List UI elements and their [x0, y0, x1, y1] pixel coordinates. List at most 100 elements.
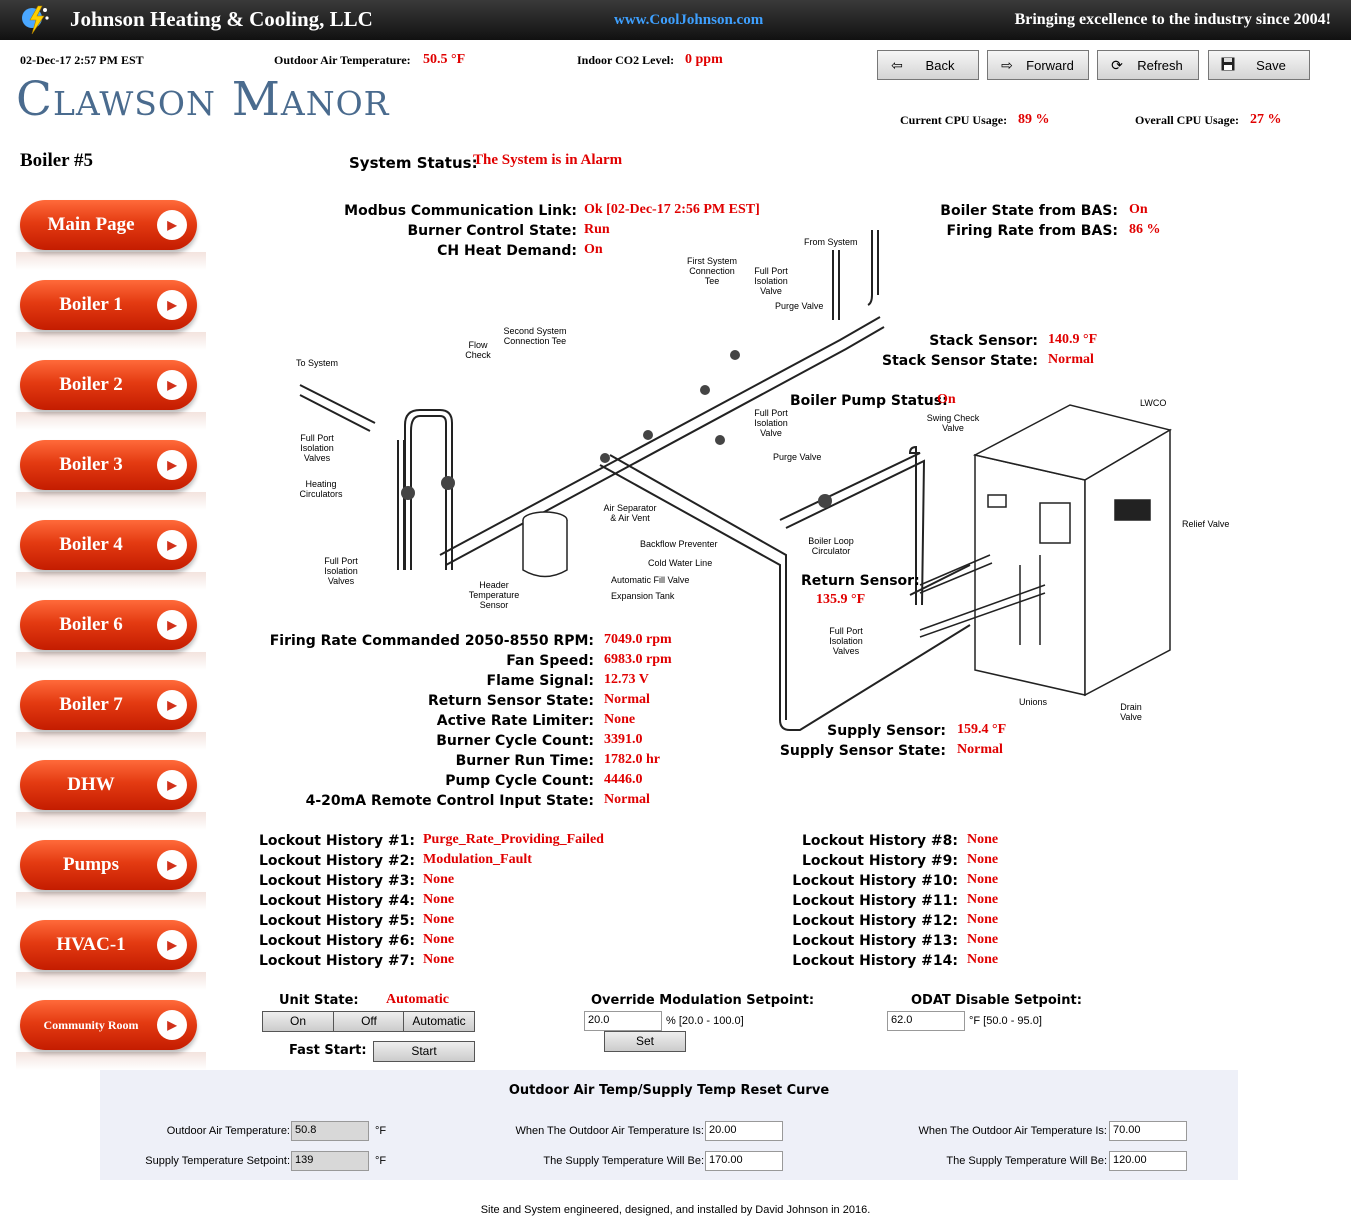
nav-main-page-button[interactable]: Main Page ▶: [20, 200, 197, 250]
nav-boiler-6-button[interactable]: Boiler 6 ▶: [20, 600, 197, 650]
boiler-pump-value: On: [937, 392, 956, 407]
override-setpoint-input[interactable]: 20.0: [584, 1011, 662, 1031]
boiler-piping-diagram: [299, 230, 1172, 731]
supply-sensor-state-value: Normal: [957, 742, 1003, 757]
nav-hvac-1-button[interactable]: HVAC-1 ▶: [20, 920, 197, 970]
metric-value: 6983.0 rpm: [604, 652, 672, 667]
start-button[interactable]: Start: [373, 1041, 475, 1062]
datetime: 02-Dec-17 2:57 PM EST: [20, 53, 144, 67]
curve-will2-input[interactable]: 120.00: [1109, 1151, 1187, 1171]
lockout-label: Lockout History #13:: [792, 933, 958, 949]
metric-label: Burner Run Time:: [455, 753, 594, 769]
set-button[interactable]: Set: [604, 1031, 686, 1052]
play-icon: ▶: [157, 770, 187, 800]
diagram-label: Full Port Isolation Valves: [324, 556, 358, 586]
metric-value: 7049.0 rpm: [604, 632, 672, 647]
metric-label: Firing Rate Commanded 2050-8550 RPM:: [269, 633, 594, 649]
nav-community-room-button[interactable]: Community Room ▶: [20, 1000, 197, 1050]
fast-start-label: Fast Start:: [289, 1043, 367, 1058]
diagram-label: Cold Water Line: [648, 558, 713, 568]
refresh-button[interactable]: ⟳ Refresh: [1097, 50, 1199, 80]
play-icon: ▶: [157, 290, 187, 320]
lockout-label: Lockout History #10:: [792, 873, 958, 889]
nav-boiler-3-button[interactable]: Boiler 3 ▶: [20, 440, 197, 490]
page-title: Boiler #5: [20, 150, 94, 171]
metric-label: Fan Speed:: [506, 653, 594, 669]
metric-label: 4-20mA Remote Control Input State:: [305, 793, 594, 809]
nav-boiler-4-button[interactable]: Boiler 4 ▶: [20, 520, 197, 570]
nav-boiler-2-button[interactable]: Boiler 2 ▶: [20, 360, 197, 410]
diagram-label: Drain Valve: [1120, 702, 1142, 722]
lockout-value: None: [423, 892, 455, 907]
nav-boiler-7-button[interactable]: Boiler 7 ▶: [20, 680, 197, 730]
site-url-link[interactable]: www.CoolJohnson.com: [614, 12, 763, 29]
return-sensor-label: Return Sensor:: [801, 573, 920, 589]
oat-value: 50.5 °F: [423, 52, 466, 67]
arrow-right-icon: ⇨: [1001, 56, 1013, 73]
curve-will1-input[interactable]: 170.00: [705, 1151, 783, 1171]
lockout-label: Lockout History #7:: [258, 953, 415, 969]
lockout-value: None: [423, 932, 455, 947]
override-range: % [20.0 - 100.0]: [666, 1015, 744, 1027]
nav-pumps-button[interactable]: Pumps ▶: [20, 840, 197, 890]
play-icon: ▶: [157, 610, 187, 640]
metric-label: Active Rate Limiter:: [436, 713, 594, 729]
lockout-label: Lockout History #11:: [792, 893, 958, 909]
diagram-label: Expansion Tank: [611, 591, 675, 601]
nav-reflection: [16, 332, 206, 350]
diagram-label: Backflow Preventer: [640, 539, 718, 549]
diagram-label: Automatic Fill Valve: [611, 575, 690, 585]
metric-label: Flame Signal:: [486, 673, 594, 689]
lockout-label: Lockout History #14:: [792, 953, 958, 969]
unit-state-value: Automatic: [386, 992, 449, 1007]
site-name: Clawson Manor: [16, 72, 390, 127]
nav-reflection: [16, 652, 206, 670]
odat-setpoint-input[interactable]: 62.0: [887, 1011, 965, 1031]
nav-reflection: [16, 892, 206, 910]
metric-value: 3391.0: [604, 732, 643, 747]
nav-reflection: [16, 972, 206, 990]
lockout-value: None: [967, 852, 999, 867]
metric-label: Return Sensor State:: [428, 693, 594, 709]
unit-automatic-button[interactable]: Automatic: [403, 1011, 475, 1032]
curve-when1-input[interactable]: 20.00: [705, 1121, 783, 1141]
back-button[interactable]: ⇦ Back: [877, 50, 979, 80]
bas-state-label: Boiler State from BAS:: [940, 203, 1118, 219]
unit-off-button[interactable]: Off: [333, 1011, 405, 1032]
lockout-label: Lockout History #1:: [258, 833, 415, 849]
diagram-label: Full Port Isolation Valve: [754, 408, 788, 438]
play-icon: ▶: [157, 530, 187, 560]
unit-label: °F: [375, 1125, 387, 1137]
oat-label: Outdoor Air Temperature:: [274, 53, 411, 67]
play-icon: ▶: [157, 850, 187, 880]
nav-reflection: [16, 732, 206, 750]
boiler-pump-label: Boiler Pump Status:: [790, 393, 948, 409]
diagram-label: From System: [804, 237, 858, 247]
diagram-label: Full Port Isolation Valve: [754, 266, 788, 296]
stack-sensor-value: 140.9 °F: [1048, 332, 1098, 347]
lockout-label: Lockout History #3:: [258, 873, 415, 889]
curve-when2-input[interactable]: 70.00: [1109, 1121, 1187, 1141]
unit-on-button[interactable]: On: [262, 1011, 334, 1032]
cpu-overall-value: 27 %: [1250, 112, 1282, 127]
diagram-label: Purge Valve: [775, 301, 824, 311]
system-status-label: System Status:: [349, 154, 478, 172]
diagram-label: Purge Valve: [773, 452, 822, 462]
nav-boiler-1-button[interactable]: Boiler 1 ▶: [20, 280, 197, 330]
lockout-value: None: [967, 932, 999, 947]
lockout-value: None: [423, 912, 455, 927]
metric-label: Pump Cycle Count:: [445, 773, 594, 789]
curve-oat-input: 50.8: [291, 1121, 369, 1141]
nav-dhw-button[interactable]: DHW ▶: [20, 760, 197, 810]
system-status-value: The System is in Alarm: [473, 152, 623, 168]
lockout-value: Purge_Rate_Providing_Failed: [423, 832, 604, 847]
tagline: Bringing excellence to the industry sinc…: [1014, 11, 1331, 28]
nav-reflection: [16, 252, 206, 270]
stack-sensor-label: Stack Sensor:: [929, 333, 1038, 349]
nav-reflection: [16, 1052, 206, 1070]
lockout-value: None: [967, 912, 999, 927]
refresh-icon: ⟳: [1111, 56, 1123, 73]
forward-button[interactable]: ⇨ Forward: [987, 50, 1089, 80]
save-button[interactable]: Save: [1208, 50, 1310, 80]
company-name: Johnson Heating & Cooling, LLC: [70, 7, 373, 31]
